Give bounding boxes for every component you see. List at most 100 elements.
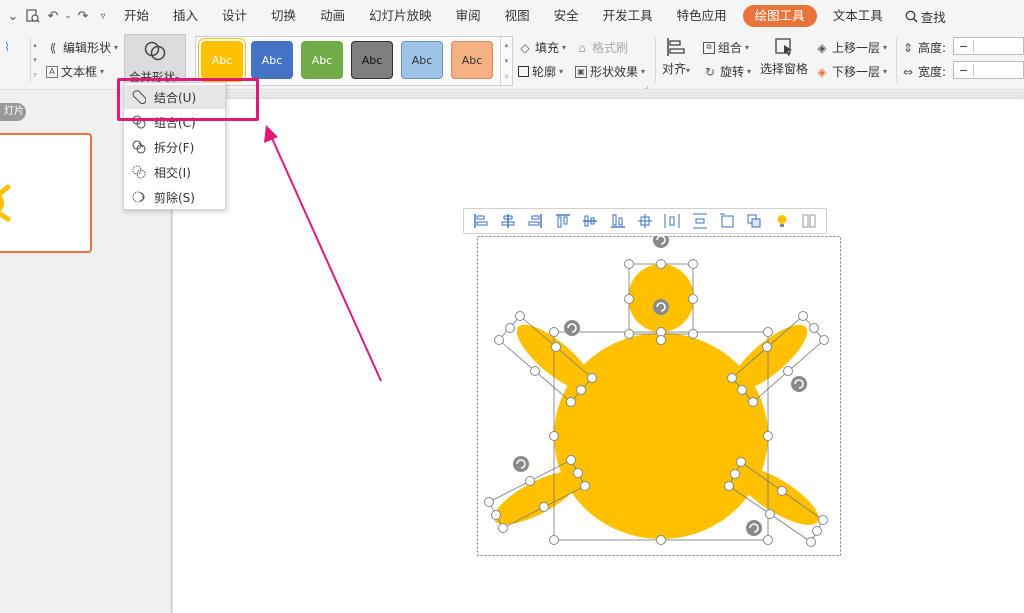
tab-design[interactable]: 设计 (210, 0, 259, 32)
group-objects-icon[interactable] (744, 211, 764, 231)
paint-bucket-icon: ◇ (520, 40, 530, 55)
edit-shape-icon: ⟪ (49, 40, 57, 55)
search-icon (905, 10, 918, 23)
style-swatch-light-blue[interactable]: Abc (401, 41, 443, 79)
tab-animations[interactable]: 动画 (308, 0, 357, 32)
dialog-launcher-icon[interactable]: ⌟ (645, 82, 648, 90)
outline-label: 轮廓 (532, 65, 557, 79)
menu-item-intersect[interactable]: 相交(I) (124, 160, 225, 184)
align-bottom-icon[interactable] (608, 211, 628, 231)
turtle-head-shape[interactable] (628, 264, 694, 332)
annotation-highlight-box (117, 78, 259, 121)
bring-forward-label: 上移一层 (832, 41, 881, 55)
height-decrement[interactable]: − (954, 39, 974, 53)
shape-gallery-edge[interactable]: ⌇ (0, 40, 14, 54)
selected-shapes-group[interactable] (477, 236, 841, 556)
menu-item-fragment-label: 拆分(F) (154, 140, 195, 155)
tab-drawing-tools[interactable]: 绘图工具 (742, 5, 817, 27)
text-box-icon: A (46, 65, 58, 78)
send-backward-label: 下移一层 (832, 65, 881, 79)
chevron-down-icon: ▾ (559, 67, 564, 76)
edit-shape-button[interactable]: ⟪ 编辑形状 ▾ (46, 39, 118, 56)
menu-item-subtract[interactable]: 剪除(S) (124, 185, 225, 209)
thumbnail-shape-preview (0, 184, 11, 222)
style-swatch-yellow[interactable]: Abc (199, 39, 245, 81)
align-right-icon[interactable] (525, 211, 545, 231)
fill-button[interactable]: ◇ 填充 ▾ (518, 39, 566, 56)
search-label: 查找 (920, 9, 946, 25)
height-label: 高度: (918, 41, 947, 55)
shape-effects-icon: ▣ (575, 65, 587, 78)
shape-effects-button[interactable]: ▣ 形状效果 ▾ (575, 63, 645, 80)
tab-view[interactable]: 视图 (493, 0, 542, 32)
chevron-down-icon[interactable]: ⌄ (4, 7, 22, 25)
width-input[interactable]: − (953, 61, 1024, 79)
align-left-icon[interactable] (471, 211, 491, 231)
style-swatch-blue[interactable]: Abc (251, 41, 293, 79)
bring-forward-button[interactable]: ◈ 上移一层 ▾ (815, 39, 887, 56)
lightbulb-icon[interactable] (772, 211, 792, 231)
tab-insert[interactable]: 插入 (161, 0, 210, 32)
curve-icon: ⌇ (4, 40, 10, 54)
gallery-scroll[interactable]: ▴ ▾ ▿ (31, 38, 39, 82)
align-middle-icon[interactable] (580, 211, 600, 231)
height-input[interactable]: − (953, 37, 1024, 55)
turtle-body-shape[interactable] (554, 333, 768, 539)
undo-icon[interactable]: ↶ (44, 7, 62, 25)
slide-tab-label[interactable]: 灯片 (0, 103, 26, 121)
group-button[interactable]: ⧉ 组合 ▾ (703, 39, 749, 56)
style-swatch-green[interactable]: Abc (301, 41, 343, 79)
outline-button[interactable]: 轮廓 ▾ (518, 63, 563, 80)
redo-icon[interactable]: ↷ (74, 7, 92, 25)
bring-forward-icon: ◈ (817, 40, 827, 55)
distribute-vertical-icon[interactable] (690, 211, 710, 231)
outline-icon (518, 66, 529, 77)
merge-shapes-icon (144, 41, 166, 61)
tab-text-tools[interactable]: 文本工具 (821, 0, 895, 32)
style-gallery-scroll[interactable]: ▴ ▾ ▿ (500, 37, 512, 85)
width-label: 宽度: (918, 65, 947, 79)
selection-pane-button[interactable]: 选择窗格 (760, 36, 808, 77)
chevron-down-icon: ▾ (745, 43, 750, 52)
align-to-slide-icon[interactable] (717, 211, 737, 231)
tab-home[interactable]: 开始 (112, 0, 161, 32)
slide-thumbnail[interactable] (0, 133, 92, 253)
align-page-center-icon[interactable] (635, 211, 655, 231)
floating-align-toolbar (463, 208, 827, 234)
tab-review[interactable]: 审阅 (444, 0, 493, 32)
align-button[interactable]: 对齐▾ (662, 36, 690, 77)
style-swatch-gray[interactable]: Abc (351, 41, 393, 79)
search-button[interactable]: 查找 (895, 7, 946, 26)
send-backward-button[interactable]: ◈ 下移一层 ▾ (815, 63, 887, 80)
tab-security[interactable]: 安全 (542, 0, 591, 32)
more-options-icon[interactable] (799, 211, 819, 231)
print-preview-icon[interactable] (24, 7, 42, 25)
intersect-icon (132, 165, 146, 179)
quick-access-toolbar: ⌄ ↶ ⌄ ↷ ▿ (0, 7, 112, 25)
tab-special-apps[interactable]: 特色应用 (665, 0, 739, 32)
width-icon: ⇔ (902, 64, 914, 79)
rotate-icon: ↻ (704, 64, 716, 79)
rotate-button[interactable]: ↻ 旋转 ▾ (703, 63, 751, 80)
width-decrement[interactable]: − (954, 63, 974, 77)
tab-transitions[interactable]: 切换 (259, 0, 308, 32)
distribute-horizontal-icon[interactable] (662, 211, 682, 231)
group-label: 组合 (718, 41, 743, 55)
format-painter-label: 格式刷 (592, 41, 629, 55)
text-box-button[interactable]: A 文本框 ▾ (46, 63, 104, 80)
format-painter-button[interactable]: ⌂ 格式刷 (575, 39, 628, 56)
chevron-down-icon: ▾ (883, 43, 888, 52)
tab-slideshow[interactable]: 幻灯片放映 (357, 0, 444, 32)
width-label-group: ⇔ 宽度: (901, 63, 946, 80)
chevron-down-icon[interactable]: ▿ (94, 7, 112, 25)
chevron-down-icon: ▾ (641, 67, 646, 76)
align-top-icon[interactable] (553, 211, 573, 231)
chevron-down-icon: ▾ (747, 67, 752, 76)
style-swatch-salmon[interactable]: Abc (451, 41, 493, 79)
align-center-icon[interactable] (498, 211, 518, 231)
chevron-down-icon: ▾ (100, 67, 105, 76)
chevron-down-icon[interactable]: ⌄ (64, 7, 72, 25)
tab-developer[interactable]: 开发工具 (591, 0, 665, 32)
menu-item-fragment[interactable]: 拆分(F) (124, 135, 225, 159)
format-painter-icon: ⌂ (578, 40, 586, 55)
